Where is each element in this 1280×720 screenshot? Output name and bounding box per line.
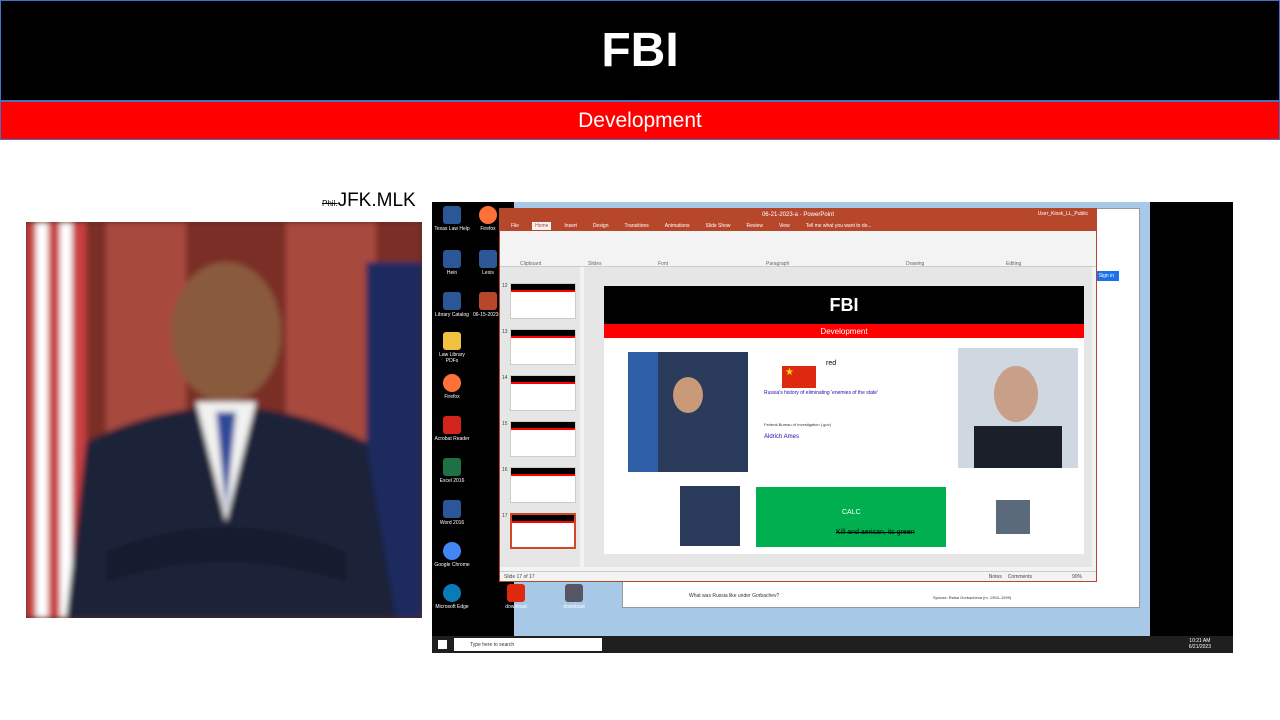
desktop-icon-word[interactable]: Word 2016	[434, 500, 470, 526]
browser-question[interactable]: What was Russia like under Gorbachev?	[689, 593, 779, 599]
ppt-ribbon-tabs: File Home Insert Design Transitions Anim…	[500, 221, 1096, 231]
ppt-ribbon: Clipboard Slides Font Paragraph Drawing …	[500, 231, 1096, 267]
thumb-number: 12	[502, 283, 508, 289]
powerpoint-file-icon	[479, 292, 497, 310]
tab-animations[interactable]: Animations	[662, 222, 693, 230]
inner-slide[interactable]: FBI Development red Russia's history of …	[604, 286, 1084, 554]
photo-caption: Phil.JFK.MLK	[322, 190, 416, 212]
tab-slide-show[interactable]: Slide Show	[703, 222, 734, 230]
ppt-user-name: User_Kiosk_LL_Public	[1037, 211, 1088, 217]
slide-thumbnail[interactable]	[510, 467, 576, 503]
thumb-number: 15	[502, 421, 508, 427]
desktop-screenshot: Texas Law Help Firefox Hein Lexis Librar…	[432, 202, 1233, 653]
aldrich-ames-link[interactable]: Aldrich Ames	[764, 434, 799, 440]
slide-thumbnails-pane[interactable]: 12 13 14 15 16 17	[500, 267, 580, 567]
powerpoint-window[interactable]: 06-21-2023-a - PowerPoint User_Kiosk_LL_…	[499, 208, 1097, 582]
article-source: Federal Bureau of Investigation (.gov)	[764, 422, 831, 427]
inner-slide-title: FBI	[604, 286, 1084, 324]
notes-button[interactable]: Notes	[989, 574, 1002, 580]
taskbar-clock[interactable]: 10:21 AM 6/21/2023	[1189, 638, 1211, 650]
tab-view[interactable]: View	[776, 222, 793, 230]
ppt-window-title: 06-21-2023-a - PowerPoint	[761, 212, 835, 218]
taskbar-search-box[interactable]: Type here to search	[454, 638, 602, 651]
slide-thumbnail[interactable]	[510, 283, 576, 319]
desktop-file-download-2[interactable]: download	[556, 584, 592, 610]
caption-struck-text: Phil.	[322, 199, 338, 208]
chrome-icon	[443, 542, 461, 560]
tab-review[interactable]: Review	[744, 222, 766, 230]
desktop-icon-hein[interactable]: Hein	[434, 250, 470, 276]
slide-title-bar: FBI	[0, 0, 1280, 101]
windows-taskbar: Type here to search 10:21 AM 6/21/2023	[432, 636, 1233, 653]
desktop-icon-library-catalog[interactable]: Library Catalog	[434, 292, 470, 318]
ppt-status-bar: Slide 17 of 17 Notes Comments 90%	[500, 571, 1096, 581]
tell-me-search[interactable]: Tell me what you want to do...	[803, 222, 875, 230]
ppt-title-bar: 06-21-2023-a - PowerPoint User_Kiosk_LL_…	[500, 209, 1096, 221]
desktop-icon-edge[interactable]: Microsoft Edge	[434, 584, 470, 610]
thumb-number: 17	[502, 513, 508, 519]
browser-spouse-text: Spouse: Raisa Gorbacheva (m. 1953–1999)	[933, 595, 1012, 600]
tab-insert[interactable]: Insert	[561, 222, 580, 230]
tab-home[interactable]: Home	[532, 222, 552, 230]
app-icon	[443, 206, 461, 224]
china-flag[interactable]	[782, 366, 816, 388]
inner-slide-subtitle: Development	[604, 324, 1084, 338]
image-file-icon	[565, 584, 583, 602]
slide-thumbnail-selected[interactable]	[510, 513, 576, 549]
portrait-photo	[26, 222, 422, 618]
tab-file[interactable]: File	[508, 222, 522, 230]
desktop-icon-excel[interactable]: Excel 2016	[434, 458, 470, 484]
image-file-icon	[507, 584, 525, 602]
article-title-link[interactable]: Russia's history of eliminating 'enemies…	[764, 390, 944, 396]
sign-in-button[interactable]: Sign in	[1093, 271, 1119, 281]
king-photo[interactable]	[628, 352, 748, 472]
desktop-icon-chrome[interactable]: Google Chrome	[434, 542, 470, 568]
desktop-icon-texas-law-help[interactable]: Texas Law Help	[434, 206, 470, 232]
word-icon	[443, 500, 461, 518]
thumb-number: 16	[502, 467, 508, 473]
putin-photo[interactable]	[958, 348, 1078, 468]
caption-text: JFK.MLK	[337, 190, 416, 211]
app-icon	[443, 292, 461, 310]
red-label: red	[826, 360, 837, 367]
desktop-icon-firefox-2[interactable]: Firefox	[434, 374, 470, 400]
app-icon	[443, 250, 461, 268]
calc-box-title: CALC	[842, 509, 861, 516]
firefox-icon	[479, 206, 497, 224]
windows-start-icon[interactable]	[438, 640, 447, 649]
clock-date: 6/21/2023	[1188, 644, 1211, 650]
app-icon	[479, 250, 497, 268]
gorbachev-photo[interactable]	[996, 500, 1030, 534]
edge-icon	[443, 584, 461, 602]
slide-subtitle: Development	[578, 108, 702, 132]
excel-icon	[443, 458, 461, 476]
slide-thumbnail[interactable]	[510, 375, 576, 411]
slide-editing-area[interactable]: FBI Development red Russia's history of …	[584, 267, 1092, 567]
acrobat-icon	[443, 416, 461, 434]
comments-button[interactable]: Comments	[1008, 574, 1032, 580]
firefox-icon	[443, 374, 461, 392]
slide-title: FBI	[601, 24, 679, 77]
slide-thumbnail[interactable]	[510, 329, 576, 365]
taskbar-search-placeholder: Type here to search	[470, 641, 515, 648]
desktop-file-download-1[interactable]: download	[498, 584, 534, 610]
thumb-number: 13	[502, 329, 508, 335]
calc-box[interactable]: CALC Kill and aerican, its green	[756, 487, 946, 547]
tab-transitions[interactable]: Transitions	[622, 222, 652, 230]
calc-box-text: Kill and aerican, its green	[836, 529, 915, 536]
slide-thumbnail[interactable]	[510, 421, 576, 457]
slide-subtitle-bar: Development	[0, 101, 1280, 140]
thumb-number: 14	[502, 375, 508, 381]
desktop-icon-law-library-pdfs[interactable]: Law Library PDFs	[434, 332, 470, 364]
zoom-level[interactable]: 90%	[1072, 574, 1082, 580]
folder-icon	[443, 332, 461, 350]
tab-design[interactable]: Design	[590, 222, 612, 230]
king-photo-small[interactable]	[680, 486, 740, 546]
portrait-illustration	[26, 222, 422, 618]
slide-count: Slide 17 of 17	[504, 573, 535, 580]
desktop-icon-acrobat[interactable]: Acrobat Reader	[434, 416, 470, 442]
